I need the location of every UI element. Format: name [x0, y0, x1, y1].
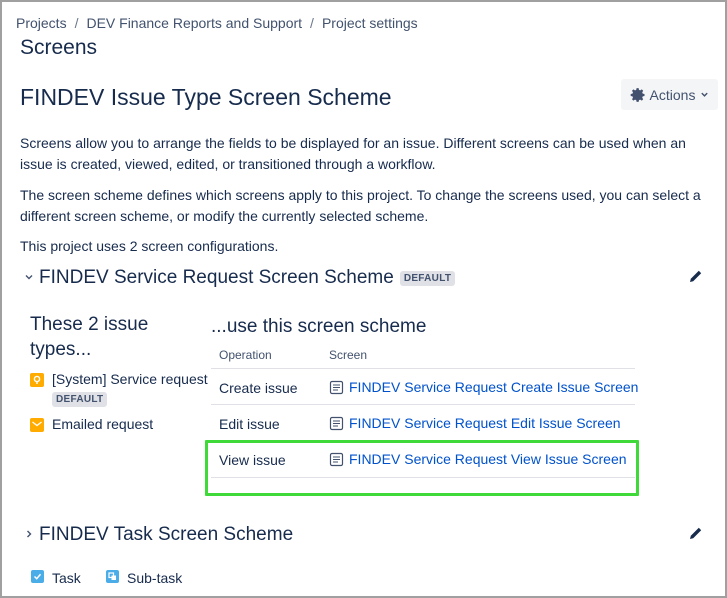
screen-link-create[interactable]: FINDEV Service Request Create Issue Scre… [329, 379, 638, 395]
use-scheme-heading: ...use this screen scheme [211, 316, 427, 337]
breadcrumb-separator: / [310, 15, 314, 31]
screen-name: FINDEV Service Request Create Issue Scre… [349, 379, 639, 395]
screen-icon [329, 416, 344, 431]
issue-type-item: Emailed request [30, 416, 153, 432]
table-divider [211, 404, 635, 405]
issue-types-heading: These 2 issue types... [30, 314, 149, 360]
breadcrumb-project[interactable]: DEV Finance Reports and Support [86, 15, 302, 31]
screen-link-edit[interactable]: FINDEV Service Request Edit Issue Screen [329, 415, 621, 431]
issue-type-item: Task [31, 570, 81, 586]
description-paragraph: Screens allow you to arrange the fields … [20, 135, 686, 172]
default-badge: DEFAULT [399, 270, 456, 286]
scheme-header[interactable]: FINDEV Task Screen Scheme [24, 524, 293, 546]
default-badge: DEFAULT [52, 392, 108, 407]
breadcrumb-project-settings[interactable]: Project settings [322, 15, 418, 31]
issue-type-name: Sub-task [127, 570, 183, 586]
breadcrumb-separator: / [74, 15, 79, 31]
edit-icon[interactable] [689, 526, 703, 540]
table-header-screen: Screen [329, 348, 368, 362]
table-divider [211, 368, 635, 369]
breadcrumb-projects[interactable]: Projects [16, 15, 67, 31]
table-header-operation: Operation [219, 348, 272, 362]
operation-cell: Create issue [219, 380, 298, 396]
gear-icon [630, 87, 646, 103]
chevron-right-icon[interactable] [24, 528, 34, 542]
issue-type-item: [System] Service request [30, 371, 208, 387]
chevron-down-icon[interactable] [24, 271, 34, 285]
issue-type-item: Sub-task [106, 570, 182, 586]
screen-config-count: This project uses 2 screen configuration… [20, 238, 279, 254]
service-request-icon [30, 373, 44, 387]
highlight-box [205, 440, 639, 496]
page-title: FINDEV Issue Type Screen Scheme [20, 84, 392, 110]
actions-label: Actions [649, 86, 696, 103]
actions-button[interactable]: Actions [621, 79, 718, 110]
description-paragraph: The screen scheme defines which screens … [20, 187, 701, 224]
task-icon [31, 570, 44, 583]
screen-icon [329, 380, 344, 395]
chevron-down-icon [700, 90, 709, 99]
subtask-icon [106, 570, 119, 583]
scheme-name: FINDEV Service Request Screen Scheme [39, 267, 394, 288]
operation-cell: Edit issue [219, 416, 280, 432]
email-icon [30, 418, 44, 432]
issue-type-name: [System] Service request [52, 371, 208, 387]
issue-type-name: Emailed request [52, 416, 154, 432]
scheme-name: FINDEV Task Screen Scheme [39, 524, 294, 545]
screen-name: FINDEV Service Request Edit Issue Screen [349, 415, 621, 431]
section-title: Screens [20, 36, 98, 59]
scheme-header[interactable]: FINDEV Service Request Screen Scheme DEF… [24, 267, 456, 289]
edit-icon[interactable] [689, 269, 703, 283]
breadcrumb: Projects / DEV Finance Reports and Support… [16, 15, 418, 31]
issue-type-name: Task [52, 570, 81, 586]
